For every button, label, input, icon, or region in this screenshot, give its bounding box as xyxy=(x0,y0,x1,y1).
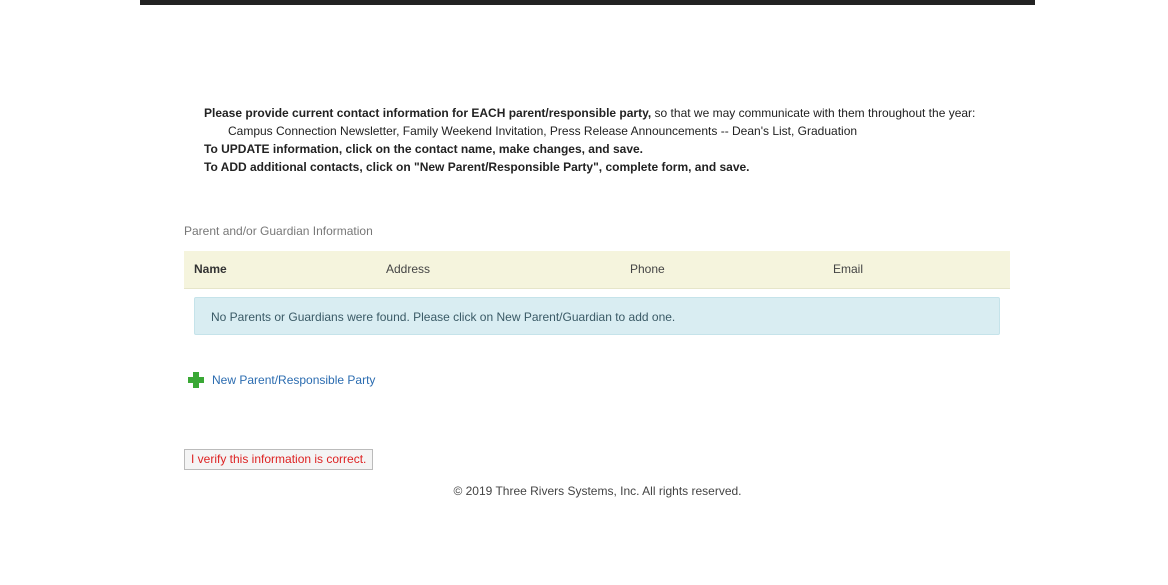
instructions: Please provide current contact informati… xyxy=(204,104,1004,176)
instructions-add-text: To ADD additional contacts, click on "Ne… xyxy=(204,160,750,174)
instructions-update-text: To UPDATE information, click on the cont… xyxy=(204,142,643,156)
new-parent-link-label[interactable]: New Parent/Responsible Party xyxy=(212,373,375,387)
instructions-communications: Campus Connection Newsletter, Family Wee… xyxy=(228,124,858,138)
verify-button[interactable]: I verify this information is correct. xyxy=(184,449,374,470)
instructions-update: To UPDATE information, click on the cont… xyxy=(204,140,1004,158)
column-header-phone: Phone xyxy=(630,262,665,276)
instructions-bold: Please provide current contact informati… xyxy=(204,106,652,120)
empty-table-message: No Parents or Guardians were found. Plea… xyxy=(194,297,1000,335)
section-title: Parent and/or Guardian Information xyxy=(184,224,373,238)
instructions-add: To ADD additional contacts, click on "Ne… xyxy=(204,158,1004,176)
new-parent-link[interactable]: New Parent/Responsible Party xyxy=(186,370,375,390)
column-header-address: Address xyxy=(386,262,431,276)
plus-icon[interactable] xyxy=(186,370,206,390)
top-bar xyxy=(140,0,1035,5)
instructions-rest: so that we may communicate with them thr… xyxy=(651,106,976,120)
column-header-email: Email xyxy=(833,262,864,276)
instructions-line-1: Please provide current contact informati… xyxy=(204,104,1004,122)
table-header: Name Address Phone Email xyxy=(184,251,1010,289)
footer-copyright: © 2019 Three Rivers Systems, Inc. All ri… xyxy=(453,484,742,498)
column-header-name: Name xyxy=(194,262,227,276)
